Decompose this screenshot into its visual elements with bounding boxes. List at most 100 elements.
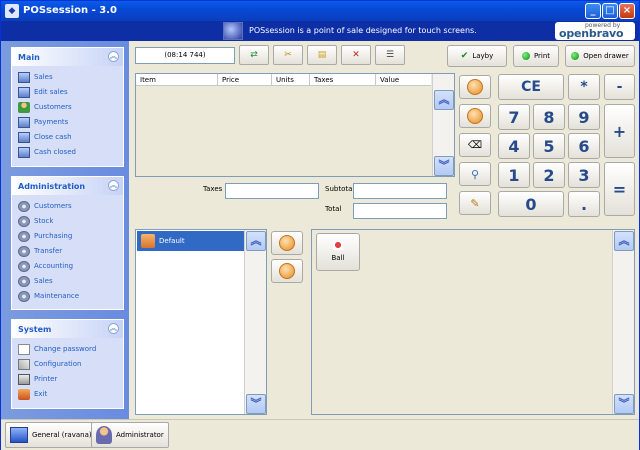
sidebar-item-accounting[interactable]: Accounting <box>12 259 123 274</box>
key-9[interactable]: 9 <box>568 104 600 130</box>
sidebar-item-label: Printer <box>34 375 58 383</box>
key-1[interactable]: 1 <box>498 162 530 188</box>
edit-line-button[interactable]: ✎ <box>459 191 491 215</box>
gear-icon <box>18 276 30 287</box>
monitor-icon <box>18 147 30 158</box>
pencil-icon: ✎ <box>470 196 480 210</box>
sidebar-item-exit[interactable]: Exit <box>12 387 123 402</box>
panel-administration-header[interactable]: Administration ︽ <box>12 177 123 195</box>
ticket-lines-table: Item Price Units Taxes Value ︽ ︾ <box>135 73 455 177</box>
key-5[interactable]: 5 <box>533 133 565 159</box>
key-8[interactable]: 8 <box>533 104 565 130</box>
key-dot[interactable]: . <box>568 191 600 217</box>
sidebar-item-purchasing[interactable]: Purchasing <box>12 229 123 244</box>
list-icon: ☰ <box>385 50 395 60</box>
key-equals[interactable]: = <box>604 162 635 216</box>
column-header-units: Units <box>272 74 310 85</box>
category-scrollbar[interactable]: ︽ ︾ <box>244 230 266 414</box>
sidebar-item-maintenance[interactable]: Maintenance <box>12 289 123 304</box>
customers-icon <box>18 102 30 113</box>
scroll-up-button[interactable]: ︽ <box>614 231 634 251</box>
line-up-button[interactable] <box>459 75 491 99</box>
scroll-down-button[interactable]: ︾ <box>246 394 266 414</box>
search-icon: ⚲ <box>470 167 480 181</box>
sidebar-item-label: Stock <box>34 217 54 225</box>
key-6[interactable]: 6 <box>568 133 600 159</box>
product-image-icon <box>333 240 343 250</box>
collapse-chevron-icon[interactable]: ︽ <box>108 180 119 191</box>
total-field <box>353 203 447 219</box>
category-down-button[interactable] <box>271 259 303 283</box>
sidebar-item-close-cash[interactable]: Close cash <box>12 130 123 145</box>
line-down-button[interactable] <box>459 104 491 128</box>
up-arrow-icon <box>279 235 295 251</box>
key-multiply[interactable]: * <box>568 74 600 100</box>
sidebar-item-sales[interactable]: Sales <box>12 70 123 85</box>
search-product-button[interactable]: ⚲ <box>459 162 491 186</box>
scroll-down-button[interactable]: ︾ <box>614 394 634 414</box>
product-button-ball[interactable]: Ball <box>316 233 360 271</box>
panel-administration-title: Administration <box>18 182 86 191</box>
print-button[interactable]: Print <box>513 45 559 67</box>
key-0[interactable]: 0 <box>498 191 564 217</box>
brand-name: openbravo <box>559 27 624 40</box>
ticket-scrollbar[interactable]: ︽ ︾ <box>432 74 454 176</box>
scroll-down-button[interactable]: ︾ <box>434 156 454 176</box>
layby-button[interactable]: ✔ Layby <box>447 45 507 67</box>
sidebar-item-printer[interactable]: Printer <box>12 372 123 387</box>
sidebar-item-edit-sales[interactable]: Edit sales <box>12 85 123 100</box>
sidebar-item-change-password[interactable]: Change password <box>12 342 123 357</box>
sidebar-item-label: Sales <box>34 73 53 81</box>
sidebar-item-admin-sales[interactable]: Sales <box>12 274 123 289</box>
print-label: Print <box>533 52 551 60</box>
collapse-chevron-icon[interactable]: ︽ <box>108 51 119 62</box>
close-button[interactable]: × <box>619 3 635 19</box>
sidebar-item-admin-customers[interactable]: Customers <box>12 199 123 214</box>
search-ticket-button[interactable]: ⇄ <box>239 45 269 65</box>
key-4[interactable]: 4 <box>498 133 530 159</box>
key-plus[interactable]: + <box>604 104 635 158</box>
sidebar-item-payments[interactable]: Payments <box>12 115 123 130</box>
sidebar-item-customers[interactable]: Customers <box>12 100 123 115</box>
key-2[interactable]: 2 <box>533 162 565 188</box>
gear-icon <box>18 201 30 212</box>
key-7[interactable]: 7 <box>498 104 530 130</box>
delete-ticket-button[interactable]: ✕ <box>341 45 371 65</box>
key-minus[interactable]: - <box>604 74 635 100</box>
maximize-button[interactable]: □ <box>602 3 618 19</box>
scroll-up-button[interactable]: ︽ <box>434 90 454 110</box>
sidebar-item-transfer[interactable]: Transfer <box>12 244 123 259</box>
sidebar-item-cash-closed[interactable]: Cash closed <box>12 145 123 160</box>
collapse-chevron-icon[interactable]: ︽ <box>108 323 119 334</box>
new-ticket-button[interactable]: ▤ <box>307 45 337 65</box>
minimize-button[interactable]: _ <box>585 3 601 19</box>
location-button[interactable]: General (ravana) <box>5 422 97 448</box>
sidebar-item-configuration[interactable]: Configuration <box>12 357 123 372</box>
gear-icon <box>18 231 30 242</box>
tools-icon <box>18 359 30 370</box>
scroll-up-button[interactable]: ︽ <box>246 231 266 251</box>
openbravo-logo: powered by openbravo <box>555 22 635 40</box>
green-dot-icon <box>571 52 580 60</box>
user-button[interactable]: Administrator <box>91 422 169 448</box>
product-grid: Ball ︽ ︾ <box>311 229 635 415</box>
split-ticket-button[interactable]: ✂ <box>273 45 303 65</box>
monitor-icon <box>18 132 30 143</box>
category-item-default[interactable]: Default <box>137 231 245 251</box>
sidebar-item-label: Edit sales <box>34 88 68 96</box>
sidebar: Main ︽ Sales Edit sales Customers Paymen… <box>1 41 129 419</box>
category-up-button[interactable] <box>271 231 303 255</box>
sidebar-item-stock[interactable]: Stock <box>12 214 123 229</box>
open-drawer-button[interactable]: Open drawer <box>565 45 635 67</box>
key-ce[interactable]: CE <box>498 74 564 100</box>
panel-system-header[interactable]: System ︽ <box>12 320 123 338</box>
clock-display: (08:14 744) <box>135 47 235 64</box>
sidebar-item-label: Customers <box>34 103 72 111</box>
product-scrollbar[interactable]: ︽ ︾ <box>612 230 634 414</box>
panel-main-header[interactable]: Main ︽ <box>12 48 123 66</box>
sidebar-item-label: Purchasing <box>34 232 73 240</box>
key-3[interactable]: 3 <box>568 162 600 188</box>
sidebar-item-label: Payments <box>34 118 69 126</box>
ticket-list-button[interactable]: ☰ <box>375 45 405 65</box>
delete-line-button[interactable]: ⌫ <box>459 133 491 157</box>
